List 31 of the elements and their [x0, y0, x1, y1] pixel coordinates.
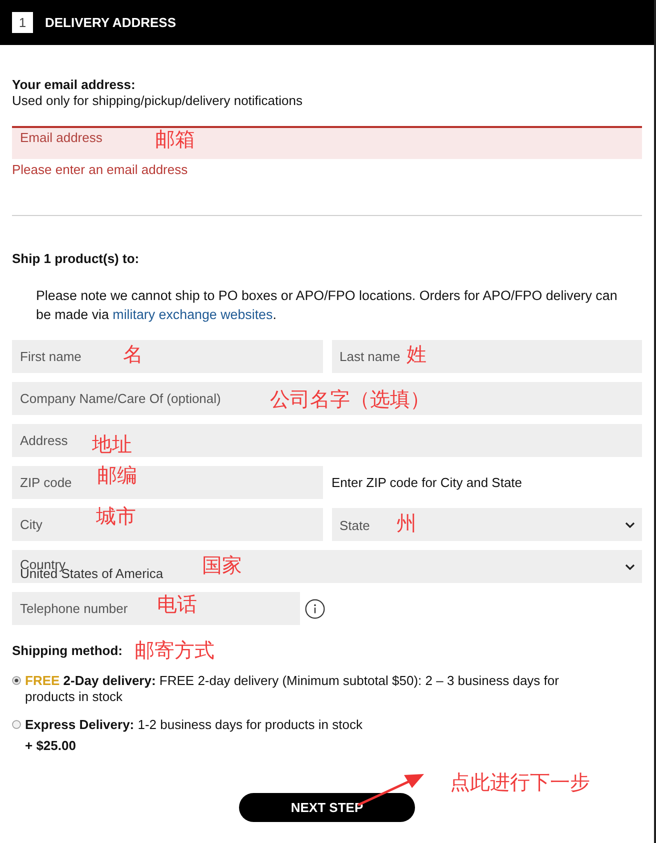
annotation-text: 州	[396, 513, 416, 535]
shipping-option-label[interactable]: Express Delivery: 1-2 business days for products in stock	[25, 717, 362, 733]
annotation-text: 地址	[92, 434, 132, 456]
annotation-text: 公司名字（选填）	[270, 389, 430, 411]
radio-button[interactable]	[12, 720, 21, 729]
annotation-text: 名	[123, 344, 143, 366]
annotation-text: 国家	[202, 555, 242, 577]
annotation-text: 邮寄方式	[134, 640, 214, 662]
section-heading: Ship 1 product(s) to:	[12, 251, 140, 267]
annotation-text: 电话	[157, 594, 197, 616]
radio-button[interactable]	[12, 676, 21, 685]
shipping-note: Please note we cannot ship to PO boxes or APO/FPO locations. Orders for APO/FPO delivery can be made via military exchange websites.	[35, 287, 618, 324]
annotation-text: 邮箱	[155, 129, 195, 151]
military-exchange-link[interactable]: military exchange websites	[112, 307, 273, 322]
step-number: 1	[12, 12, 33, 33]
chevron-down-icon	[625, 564, 635, 570]
annotation-text: 城市	[96, 506, 136, 528]
annotation-text: 姓	[406, 344, 426, 366]
section-title: DELIVERY ADDRESS	[45, 15, 176, 30]
field-hint: Enter ZIP code for City and State	[332, 474, 524, 490]
email-heading: Your email address:	[12, 77, 136, 93]
chevron-down-icon	[625, 522, 635, 528]
error-message: Please enter an email address	[12, 162, 189, 178]
email-subheading: Used only for shipping/pickup/delivery notifications	[12, 93, 304, 109]
shipping-option-label[interactable]: FREE 2-Day delivery: FREE 2-day delivery (Minimum subtotal $50): 2 – 3 business days for products in stock	[25, 673, 580, 705]
section-heading: Shipping method:	[12, 643, 122, 659]
option-price: + $25.00	[25, 738, 77, 754]
info-icon[interactable]	[305, 598, 325, 618]
next-step-button[interactable]: NEXT STEP	[239, 793, 415, 822]
annotation-text: 点此进行下一步	[450, 772, 590, 794]
annotation-text: 邮编	[97, 465, 137, 487]
